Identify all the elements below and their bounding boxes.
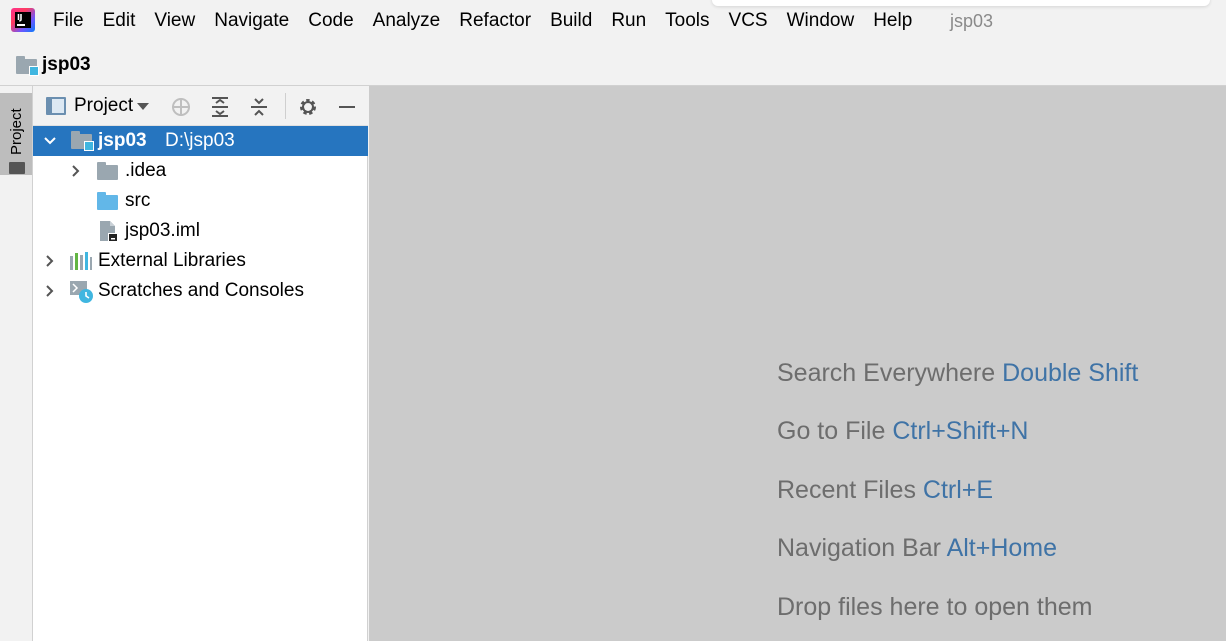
menu-edit[interactable]: Edit [103,10,136,32]
expand-all-icon[interactable] [209,96,231,118]
chevron-down-icon [137,102,150,110]
navigation-bar: jsp03 [0,44,1226,86]
external-libraries-label: External Libraries [98,250,246,271]
hint-search-everywhere: Search Everywhere Double Shift [777,359,1138,388]
chevron-right-icon[interactable] [43,254,57,268]
hint-navigation-bar: Navigation Bar Alt+Home [777,534,1057,563]
root-label: jsp03 [98,130,147,151]
editor-empty-area[interactable]: Search Everywhere Double Shift Go to Fil… [369,86,1226,641]
menu-items: File Edit View Navigate Code Analyze Ref… [53,10,931,32]
project-panel-header: Project [33,86,368,126]
intellij-idea-icon: IJ [11,8,35,32]
tool-window-stripe: Project [0,86,33,641]
minimize-icon[interactable] [336,96,358,118]
tree-row-scratches[interactable]: Scratches and Consoles [33,276,368,306]
hint-text: Navigation Bar [777,534,941,562]
locate-icon[interactable] [170,96,192,118]
hint-text: Search Everywhere [777,359,996,387]
src-label: src [125,190,151,211]
chevron-down-icon[interactable] [43,134,57,148]
project-tree: jsp03 D:\jsp03 .idea src jsp03.iml Exter… [33,126,368,306]
hint-text: Recent Files [777,476,916,504]
menu-help[interactable]: Help [873,10,912,32]
hint-drop-files: Drop files here to open them [777,593,1092,622]
hint-shortcut: Ctrl+Shift+N [892,417,1029,445]
folder-icon [9,162,25,174]
project-view-icon [46,97,66,115]
scratches-icon [69,280,95,310]
menu-tools[interactable]: Tools [665,10,709,32]
idea-label: .idea [125,160,167,181]
hint-go-to-file: Go to File Ctrl+Shift+N [777,417,1029,446]
breadcrumb-project[interactable]: jsp03 [16,54,91,76]
module-file-icon [99,220,119,248]
popup-edge [712,0,1210,6]
tree-row-root[interactable]: jsp03 D:\jsp03 [33,126,368,156]
menu-window[interactable]: Window [787,10,855,32]
window-title: jsp03 [950,11,994,31]
source-folder-icon [97,192,119,210]
menu-view[interactable]: View [154,10,195,32]
chevron-right-icon[interactable] [43,284,57,298]
chevron-right-icon[interactable] [69,164,83,178]
tree-row-src[interactable]: src [33,186,368,216]
tree-row-idea[interactable]: .idea [33,156,368,186]
tree-row-iml[interactable]: jsp03.iml [33,216,368,246]
view-selector[interactable]: Project [46,95,150,117]
root-path: D:\jsp03 [165,130,235,151]
collapse-all-icon[interactable] [248,96,270,118]
hint-text: Drop files here to open them [777,593,1093,621]
gear-icon[interactable] [297,96,319,118]
view-selector-label: Project [74,95,134,116]
folder-icon [97,162,119,180]
hint-text: Go to File [777,417,886,445]
menu-file[interactable]: File [53,10,84,32]
hint-shortcut: Alt+Home [946,534,1058,562]
scratches-label: Scratches and Consoles [98,280,304,301]
library-icon [69,252,93,276]
menu-code[interactable]: Code [308,10,353,32]
module-folder-icon [71,131,94,151]
hint-recent-files: Recent Files Ctrl+E [777,476,993,505]
tree-row-external-libraries[interactable]: External Libraries [33,246,368,276]
breadcrumb-label: jsp03 [42,54,91,75]
menu-bar: IJ File Edit View Navigate Code Analyze … [0,0,1226,44]
menu-refactor[interactable]: Refactor [459,10,531,32]
project-panel: Project jsp03 D:\jsp03 .idea src jsp03.i… [33,86,368,641]
menu-build[interactable]: Build [550,10,592,32]
project-tab-label: Project [8,108,25,155]
iml-label: jsp03.iml [125,220,200,241]
header-separator [285,93,286,119]
menu-vcs[interactable]: VCS [729,10,768,32]
menu-analyze[interactable]: Analyze [373,10,441,32]
project-folder-icon [16,56,39,76]
project-tool-tab[interactable]: Project [0,93,32,175]
menu-navigate[interactable]: Navigate [214,10,289,32]
hint-shortcut: Double Shift [1002,359,1139,387]
hint-shortcut: Ctrl+E [922,476,994,504]
menu-run[interactable]: Run [611,10,646,32]
